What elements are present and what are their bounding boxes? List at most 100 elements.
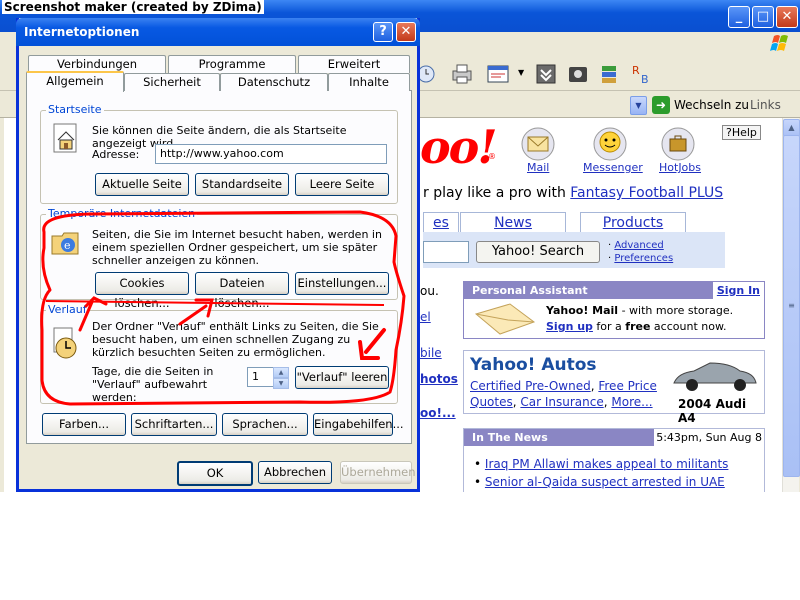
side-link-5[interactable]: oo!... [420, 406, 456, 420]
tab-verbindungen-label: Verbindungen [56, 57, 138, 71]
quotes-link[interactable]: Quotes [470, 395, 513, 409]
verlauf-leeren-button[interactable]: "Verlauf" leeren [295, 366, 389, 389]
scrollbar-thumb[interactable]: ≡ [783, 135, 800, 477]
sprachen-button[interactable]: Sprachen... [222, 413, 308, 436]
sign-up-link[interactable]: Sign up [546, 320, 593, 333]
home-address-input[interactable]: http://www.yahoo.com [155, 144, 387, 164]
certified-link[interactable]: Certified Pre-Owned [470, 379, 591, 393]
hotjobs-icon[interactable] [660, 127, 696, 161]
yahoo-search-button[interactable]: Yahoo! Search [476, 241, 600, 263]
side-link-4[interactable]: hotos [420, 372, 458, 386]
days-spinner[interactable]: ▲ ▼ [273, 367, 289, 389]
abbrechen-button[interactable]: Abbrechen [258, 461, 332, 484]
windows-logo-icon [770, 35, 788, 51]
tab-erweitert[interactable]: Erweitert [298, 55, 410, 73]
eingabehilfen-button[interactable]: Eingabehilfen... [313, 413, 404, 436]
tab-products[interactable]: Products [580, 212, 686, 233]
spin-up-button[interactable]: ▲ [273, 367, 289, 378]
tab-sicherheit[interactable]: Sicherheit [124, 73, 220, 91]
messenger-icon[interactable] [566, 62, 590, 86]
farben-button[interactable]: Farben... [42, 413, 126, 436]
chevron-down-icon: ▼ [635, 101, 642, 110]
tab-services[interactable]: es [423, 212, 459, 233]
help-link[interactable]: ?Help [722, 125, 761, 140]
tab-services-label: es [433, 215, 449, 231]
einstellungen-button[interactable]: Einstellungen... [295, 272, 389, 295]
research-icon[interactable] [598, 62, 622, 86]
sign-in-link[interactable]: Sign In [712, 282, 764, 299]
tab-products-label: Products [602, 215, 664, 231]
promo-prefix: r play like a pro with [423, 185, 571, 201]
advanced-link[interactable]: Advanced [614, 240, 663, 251]
aktuelle-seite-button[interactable]: Aktuelle Seite [95, 173, 189, 196]
mail-icon[interactable] [520, 127, 556, 161]
dateien-loeschen-button[interactable]: Dateien löschen... [195, 272, 289, 310]
history-icon[interactable] [418, 62, 442, 86]
side-link-3[interactable]: bile [420, 346, 442, 360]
car-insurance-link[interactable]: Car Insurance [520, 395, 603, 409]
side-text-1: ou. [420, 284, 439, 298]
for-a-text: for a [592, 320, 626, 333]
search-input[interactable] [423, 241, 469, 263]
messenger-link[interactable]: Messenger [583, 161, 643, 174]
mail-link[interactable]: Mail [527, 161, 549, 174]
discuss-icon[interactable] [534, 62, 558, 86]
search-links: · Advanced · Preferences [608, 239, 673, 265]
minimize-button[interactable]: _ [728, 6, 750, 28]
side-link-2[interactable]: el [420, 310, 431, 324]
grip-icon: ≡ [788, 301, 795, 310]
go-button[interactable]: ➜ Wechseln zu [652, 95, 749, 115]
tab-datenschutz[interactable]: Datenschutz [220, 73, 328, 91]
signup-line: Sign up for a free account now. [546, 320, 726, 333]
yahoo-autos-panel: Yahoo! Autos Certified Pre-Owned, Free P… [463, 350, 765, 425]
yahoo-logo[interactable]: oo! [420, 122, 498, 172]
maximize-button[interactable]: □ [752, 6, 774, 28]
svg-text:R: R [632, 64, 640, 77]
standardseite-button[interactable]: Standardseite [195, 173, 289, 196]
tab-inhalte-label: Inhalte [349, 75, 389, 89]
preferences-link[interactable]: Preferences [614, 253, 673, 264]
cookies-loeschen-button[interactable]: Cookies löschen... [95, 272, 189, 310]
news-link-2[interactable]: Senior al-Qaida suspect arrested in UAE [485, 475, 725, 489]
browser-close-button[interactable]: ✕ [776, 6, 798, 28]
tab-programme[interactable]: Programme [168, 55, 296, 73]
links-label[interactable]: Links [750, 98, 781, 112]
in-the-news-panel: In The News 5:43pm, Sun Aug 8 • Iraq PM … [463, 428, 765, 493]
screenshot-tool-title: Screenshot maker (created by ZDima) [2, 0, 264, 14]
more-link[interactable]: More... [611, 395, 652, 409]
registered-mark: ® [488, 152, 496, 161]
spin-down-button[interactable]: ▼ [273, 378, 289, 389]
tab-sicherheit-label: Sicherheit [143, 75, 201, 89]
car-image[interactable] [670, 357, 760, 395]
tab-news[interactable]: News [460, 212, 566, 233]
svg-text:e: e [64, 239, 71, 252]
mail-promo-line: Yahoo! Mail - with more storage. [546, 304, 733, 317]
leere-seite-button[interactable]: Leere Seite [295, 173, 389, 196]
autos-title[interactable]: Yahoo! Autos [470, 355, 597, 375]
schriftarten-button[interactable]: Schriftarten... [131, 413, 217, 436]
dialog-close-button[interactable]: ✕ [396, 22, 416, 42]
tab-news-label: News [494, 215, 532, 231]
history-icon [53, 327, 77, 359]
news-link-1[interactable]: Iraq PM Allawi makes appeal to militants [485, 457, 729, 471]
home-page-icon [53, 123, 77, 153]
temporary-files-icon: e [51, 232, 79, 255]
verlauf-label: Verlauf [46, 303, 89, 316]
envelope-icon [474, 303, 536, 335]
edit-icon[interactable] [486, 62, 510, 86]
uebernehmen-button[interactable]: Übernehmen [340, 461, 416, 484]
edit-dropdown-icon[interactable]: ▼ [518, 68, 524, 77]
tab-inhalte[interactable]: Inhalte [328, 73, 410, 91]
go-arrow-icon: ➜ [652, 96, 670, 114]
messenger-smiley-icon[interactable] [592, 127, 628, 161]
free-price-link[interactable]: Free Price [598, 379, 657, 393]
print-icon[interactable] [450, 62, 474, 86]
address-dropdown-button[interactable]: ▼ [630, 96, 647, 115]
dialog-help-button[interactable]: ? [373, 22, 393, 42]
fantasy-football-link[interactable]: Fantasy Football PLUS [570, 185, 723, 201]
hotjobs-link[interactable]: HotJobs [659, 161, 701, 174]
tab-allgemein[interactable]: Allgemein [26, 71, 124, 92]
news-item: • Senior al-Qaida suspect arrested in UA… [474, 475, 725, 489]
translate-icon[interactable]: RB [630, 62, 654, 86]
ok-button[interactable]: OK [177, 461, 253, 486]
